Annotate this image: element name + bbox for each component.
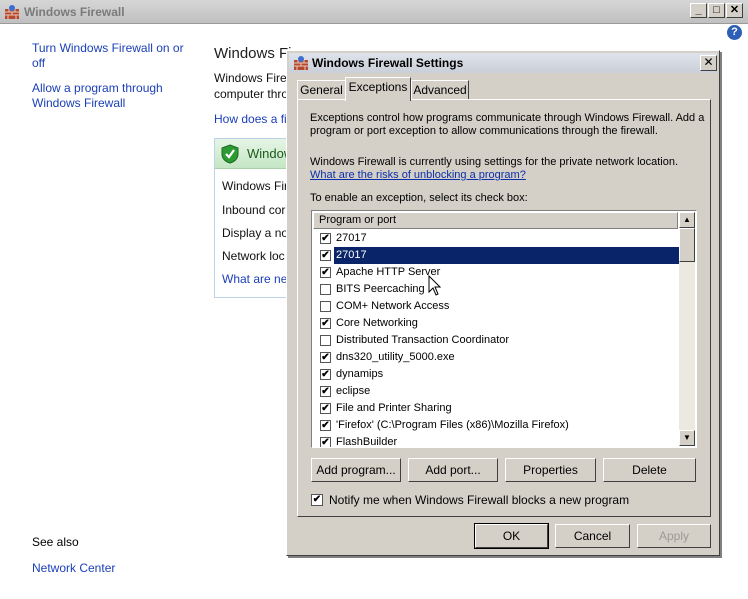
intro-line-2: computer thro: [214, 87, 289, 101]
exception-label: File and Printer Sharing: [336, 402, 452, 414]
dialog-title: Windows Firewall Settings: [312, 56, 464, 70]
exception-checkbox[interactable]: ✔: [320, 352, 331, 363]
close-button[interactable]: ✕: [726, 3, 743, 18]
exception-checkbox[interactable]: [320, 284, 331, 295]
properties-button[interactable]: Properties: [505, 458, 596, 482]
list-item[interactable]: ✔ dynamips: [315, 366, 679, 383]
exception-label: Apache HTTP Server: [336, 266, 441, 278]
dialog-titlebar[interactable]: Windows Firewall Settings ✕: [289, 53, 717, 73]
exceptions-intro: Exceptions control how programs communic…: [310, 112, 705, 137]
exception-label: Core Networking: [336, 317, 418, 329]
exception-label: 27017: [336, 232, 367, 244]
exception-label: 27017: [334, 247, 679, 264]
exception-checkbox[interactable]: [320, 335, 331, 346]
see-also-heading: See also: [32, 535, 79, 549]
exception-label: dns320_utility_5000.exe: [336, 351, 455, 363]
exception-label: dynamips: [336, 368, 384, 380]
list-item[interactable]: ✔ dns320_utility_5000.exe: [315, 349, 679, 366]
firewall-icon: [5, 5, 19, 19]
list-item[interactable]: BITS Peercaching: [315, 281, 679, 298]
whats-network-link[interactable]: What are ne: [222, 272, 287, 286]
dialog-close-button[interactable]: ✕: [700, 55, 717, 71]
list-column-header[interactable]: Program or port: [313, 212, 678, 229]
exception-checkbox[interactable]: ✔: [320, 437, 331, 447]
exception-label: 'Firefox' (C:\Program Files (x86)\Mozill…: [336, 419, 569, 431]
exception-label: eclipse: [336, 385, 371, 397]
main-titlebar: Windows Firewall _ □ ✕: [0, 0, 748, 24]
status-item: Inbound cor: [222, 203, 286, 217]
exception-checkbox[interactable]: ✔: [320, 369, 331, 380]
notify-label[interactable]: Notify me when Windows Firewall blocks a…: [329, 493, 629, 507]
scroll-down-arrow-icon[interactable]: ▼: [679, 430, 695, 446]
status-item: Network loc: [222, 249, 285, 263]
list-item[interactable]: ✔ 'Firefox' (C:\Program Files (x86)\Mozil…: [315, 417, 679, 434]
add-program-button[interactable]: Add program...: [311, 458, 401, 482]
main-window-title: Windows Firewall: [24, 5, 125, 19]
list-item[interactable]: ✔ eclipse: [315, 383, 679, 400]
tab-advanced[interactable]: Advanced: [411, 80, 469, 100]
list-item[interactable]: Distributed Transaction Coordinator: [315, 332, 679, 349]
exception-checkbox[interactable]: ✔: [320, 420, 331, 431]
list-item[interactable]: ✔ 27017: [315, 230, 679, 247]
exception-label: FlashBuilder: [336, 436, 398, 448]
list-item[interactable]: ✔ Apache HTTP Server: [315, 264, 679, 281]
scroll-thumb[interactable]: [679, 228, 695, 262]
list-item[interactable]: ✔ FlashBuilder: [315, 434, 679, 448]
exception-checkbox[interactable]: ✔: [320, 233, 331, 244]
exception-checkbox[interactable]: ✔: [320, 318, 331, 329]
list-item[interactable]: COM+ Network Access: [315, 298, 679, 315]
exception-label: BITS Peercaching: [336, 283, 425, 295]
tab-exceptions[interactable]: Exceptions: [345, 77, 411, 101]
firewall-icon: [294, 56, 308, 70]
cancel-button[interactable]: Cancel: [555, 524, 630, 548]
risks-link[interactable]: What are the risks of unblocking a progr…: [310, 169, 526, 181]
ok-button[interactable]: OK: [474, 523, 549, 549]
delete-button[interactable]: Delete: [603, 458, 696, 482]
notify-checkbox[interactable]: ✔: [311, 494, 323, 506]
mouse-cursor-icon: [428, 275, 442, 296]
exceptions-list[interactable]: Program or port ✔ 27017 ✔ 27017 ✔ Apache HTTP…: [311, 210, 697, 448]
network-location-text: Windows Firewall is currently using sett…: [310, 156, 679, 168]
list-item[interactable]: ✔ Core Networking: [315, 315, 679, 332]
exception-checkbox[interactable]: ✔: [320, 386, 331, 397]
status-item: Display a no: [222, 226, 289, 240]
tab-general[interactable]: General: [297, 80, 346, 100]
exception-checkbox[interactable]: ✔: [320, 250, 331, 261]
add-port-button[interactable]: Add port...: [408, 458, 498, 482]
firewall-settings-dialog: Windows Firewall Settings ✕ General Exce…: [286, 50, 720, 556]
help-icon[interactable]: ?: [727, 25, 742, 40]
exception-checkbox[interactable]: ✔: [320, 403, 331, 414]
exception-label: COM+ Network Access: [336, 300, 450, 312]
exception-label: Distributed Transaction Coordinator: [336, 334, 510, 346]
vertical-scrollbar[interactable]: ▲ ▼: [679, 212, 695, 446]
network-center-link[interactable]: Network Center: [32, 561, 115, 575]
page-heading: Windows Fi: [214, 45, 292, 62]
intro-line-1: Windows Fire: [214, 71, 287, 85]
how-does-firewall-link[interactable]: How does a fi: [214, 112, 287, 126]
maximize-button[interactable]: □: [708, 3, 725, 18]
list-item[interactable]: ✔ 27017: [315, 247, 679, 264]
turn-firewall-on-off-link[interactable]: Turn Windows Firewall on or off: [32, 41, 197, 71]
exception-checkbox[interactable]: [320, 301, 331, 312]
allow-program-link[interactable]: Allow a program through Windows Firewall: [32, 81, 197, 111]
exception-checkbox[interactable]: ✔: [320, 267, 331, 278]
exception-instruction: To enable an exception, select its check…: [310, 192, 528, 204]
minimize-button[interactable]: _: [690, 3, 707, 18]
scroll-up-arrow-icon[interactable]: ▲: [679, 212, 695, 228]
list-item[interactable]: ✔ File and Printer Sharing: [315, 400, 679, 417]
shield-check-icon: [221, 144, 239, 164]
apply-button[interactable]: Apply: [637, 524, 711, 548]
status-item: Windows Fir: [222, 179, 289, 193]
